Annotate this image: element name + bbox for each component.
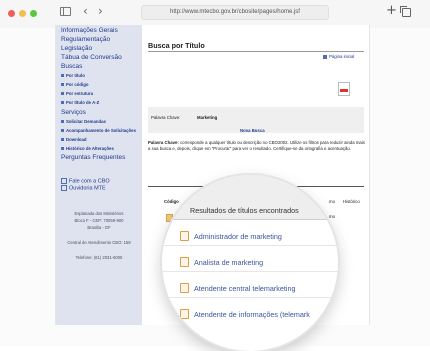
new-tab-button[interactable]: +: [386, 3, 397, 18]
bullet-icon: [61, 92, 64, 96]
sidebar-item-label: Acompanhamento de Solicitações: [66, 128, 136, 133]
sidebar-item-por-titulo-az[interactable]: Por título de A-Z: [61, 100, 99, 105]
chevron-left-icon[interactable]: ‹: [83, 4, 88, 18]
sidebar-item-label: Por estrutura: [66, 91, 93, 96]
bullet-icon: [61, 147, 64, 151]
file-icon: [180, 283, 189, 293]
sidebar-item-solicitar-demandas[interactable]: Solicitar Demandas: [61, 119, 106, 124]
sidebar-item-informacoes-gerais[interactable]: Informações Gerais: [61, 27, 118, 34]
help-label: Palavra Chave:: [148, 140, 179, 145]
bullet-icon: [61, 74, 64, 78]
magnifier-lens: Resultados de títulos encontrados Admini…: [162, 175, 338, 351]
telefone: Telefone: (61) 2031-6000: [75, 255, 123, 260]
minimize-window-button[interactable]: [19, 10, 26, 17]
sidebar-item-tabua-conversao[interactable]: Tábua de Conversão: [61, 54, 122, 61]
address-line: Brasília - DF: [87, 225, 111, 230]
address-bar[interactable]: http://www.mtecbo.gov.br/cbosite/pages/h…: [141, 5, 329, 20]
file-icon: [180, 257, 189, 267]
sidebar-item-buscas[interactable]: Buscas: [61, 63, 82, 70]
sidebar-item-download[interactable]: Download: [61, 137, 87, 142]
help-text: Palavra Chave: corresponde a qualquer tí…: [148, 140, 368, 152]
divider: [148, 51, 364, 52]
home-link-label: Página inicial: [329, 54, 355, 59]
sidebar-item-label: Download: [66, 137, 87, 142]
result-title[interactable]: Atendente central telemarketing: [194, 284, 296, 293]
sidebar-item-label: Histórico de Alterações: [66, 146, 114, 151]
page-title: Busca por Título: [148, 41, 205, 50]
new-search-link[interactable]: Nova Busca: [240, 128, 265, 133]
contact-label: Ouvidoria MTE: [69, 185, 106, 192]
keyword-value: Marketing: [197, 115, 218, 120]
tabs-icon[interactable]: [400, 6, 411, 17]
sidebar-item-historico[interactable]: Histórico de Alterações: [61, 146, 114, 151]
sidebar-item-acompanhamento[interactable]: Acompanhamento de Solicitações: [61, 128, 136, 133]
sidebar-icon[interactable]: [60, 7, 71, 16]
contact-label: Fale com a CBO: [69, 178, 110, 185]
pdf-icon[interactable]: [338, 82, 350, 96]
result-row[interactable]: Administrador de marketing: [162, 220, 338, 246]
sidebar-item-label: Por título de A-Z: [66, 100, 100, 105]
sidebar-item-regulamentacao[interactable]: Regulamentação: [61, 36, 110, 43]
fale-com-cbo-link[interactable]: Fale com a CBO: [61, 178, 110, 184]
file-icon: [180, 309, 189, 319]
result-row[interactable]: Analista de marketing: [162, 246, 338, 272]
maximize-window-button[interactable]: [30, 10, 37, 17]
bullet-icon: [61, 138, 64, 142]
file-icon: [180, 231, 189, 241]
browser-window: ‹ › http://www.mtecbo.gov.br/cbosite/pag…: [0, 0, 430, 351]
ouvidoria-link[interactable]: Ouvidoria MTE: [61, 185, 106, 191]
result-title[interactable]: Administrador de marketing: [194, 232, 282, 241]
bullet-icon: [61, 83, 64, 87]
mail-icon: [61, 178, 67, 184]
sidebar: Informações Gerais Regulamentação Legisl…: [56, 25, 142, 325]
bullet-icon: [61, 101, 64, 105]
result-title[interactable]: Analista de marketing: [194, 258, 263, 267]
bullet-icon: [61, 120, 64, 124]
home-icon: [323, 54, 327, 59]
sidebar-item-legislacao[interactable]: Legislação: [61, 45, 92, 52]
help-text-line: acentuação.: [327, 146, 351, 151]
result-row[interactable]: Atendente central telemarketing: [162, 272, 338, 298]
address-line: Bloco F - CEP: 70059-900: [74, 218, 124, 223]
bullet-icon: [61, 129, 64, 133]
browser-toolbar: ‹ › http://www.mtecbo.gov.br/cbosite/pag…: [0, 0, 430, 28]
address-line: Esplanada dos Ministérios: [74, 211, 124, 216]
close-window-button[interactable]: [8, 10, 15, 17]
sidebar-item-por-titulo[interactable]: Por título: [61, 73, 85, 78]
home-link[interactable]: Página inicial: [323, 54, 354, 59]
keyword-label: Palavra Chave:: [151, 115, 181, 120]
column-history: Histórico: [343, 199, 360, 204]
results-heading: Resultados de títulos encontrados: [190, 206, 299, 215]
help-text-line: corresponde a qualquer título ou descriç…: [180, 140, 343, 145]
doc-icon: [61, 185, 67, 191]
result-title[interactable]: Atendente de informações (telemark: [194, 310, 310, 319]
sidebar-item-por-codigo[interactable]: Por código: [61, 82, 88, 87]
result-row[interactable]: Atendente de informações (telemark: [162, 298, 338, 323]
sidebar-item-perguntas-frequentes[interactable]: Perguntas Frequentes: [61, 154, 125, 161]
sidebar-item-label: Por código: [66, 82, 89, 87]
central-atendimento: Central de Atendimento CBO: 158: [67, 240, 131, 245]
sidebar-item-label: Por título: [66, 73, 85, 78]
sidebar-item-por-estrutura[interactable]: Por estrutura: [61, 91, 93, 96]
sidebar-item-servicos[interactable]: Serviços: [61, 109, 86, 116]
chevron-right-icon[interactable]: ›: [98, 4, 103, 18]
sidebar-item-label: Solicitar Demandas: [66, 119, 106, 124]
